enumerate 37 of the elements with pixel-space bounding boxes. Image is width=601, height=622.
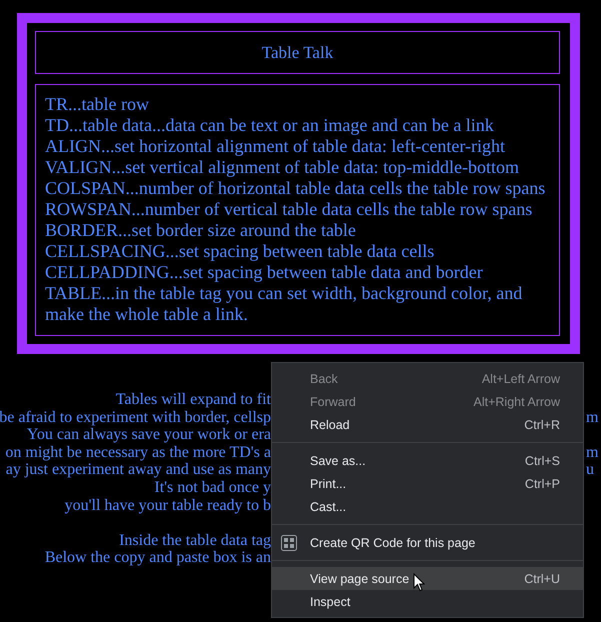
menu-item[interactable]: Save as... Ctrl+S [272,449,583,472]
paragraph-fragment: m [586,408,598,426]
definition-text: TR...table row [45,94,150,115]
definition-text: ROWSPAN...number of vertical table data cells the table row spans [45,199,534,220]
paragraph-fragment: m [586,444,598,462]
definition-text: COLSPAN...number of horizontal table data cells the table row spans [45,178,546,199]
menu-item[interactable]: Reload Ctrl+R [272,413,583,436]
paragraph-fragment: u [586,461,594,479]
shortcut-text: Alt+Left Arrow [482,372,560,386]
menu-item[interactable]: Cast... [272,495,583,518]
shortcut-text: Alt+Right Arrow [474,394,560,408]
paragraph-line: You can always save your work or era [26,426,271,444]
menu-item[interactable]: Inspect [272,590,583,613]
definition-text: CELLPADDING...set spacing between table data and border [45,262,484,283]
shortcut-text: Ctrl+R [524,418,560,432]
definition-text: ALIGN...set horizontal alignment of table data: left-center-right [45,136,506,157]
definition-text: BORDER...set border size around the table [45,220,357,241]
definition-text: TABLE...in the table tag you can set width, background color, and make the whole table a link. [45,283,524,325]
shortcut-text: Ctrl+P [524,476,560,490]
shortcut-text: Ctrl+U [524,572,560,586]
qr-code-icon [281,535,297,551]
menu-item[interactable]: Create QR Code for this page [272,531,583,554]
paragraph-line: Below the copy and paste box is an [44,549,271,566]
menu-item[interactable]: Print... Ctrl+P [272,472,583,495]
paragraph-line: on might be necessary as the more TD's a [5,444,271,461]
shortcut-text: Ctrl+S [524,454,560,468]
paragraph-line: Tables will expand to fit [116,391,271,408]
paragraph-line: It's not bad once y [154,478,271,496]
definition-text: CELLSPACING...set spacing between table data cells [45,241,436,262]
cursor-icon [413,573,426,592]
paragraph-line: Inside the table data tag [119,532,271,549]
paragraph-line: you'll have your table ready to b [64,496,271,514]
definition-text: VALIGN...set vertical alignment of table data: top-middle-bottom [45,157,520,178]
title-text: Table Talk [262,42,334,62]
definition-text: TD...table data...data can be text or an image and can be a link [45,115,495,136]
menu-item[interactable]: View page source Ctrl+U [272,567,583,590]
paragraph-line: ay just experiment away and use as many [6,461,271,478]
